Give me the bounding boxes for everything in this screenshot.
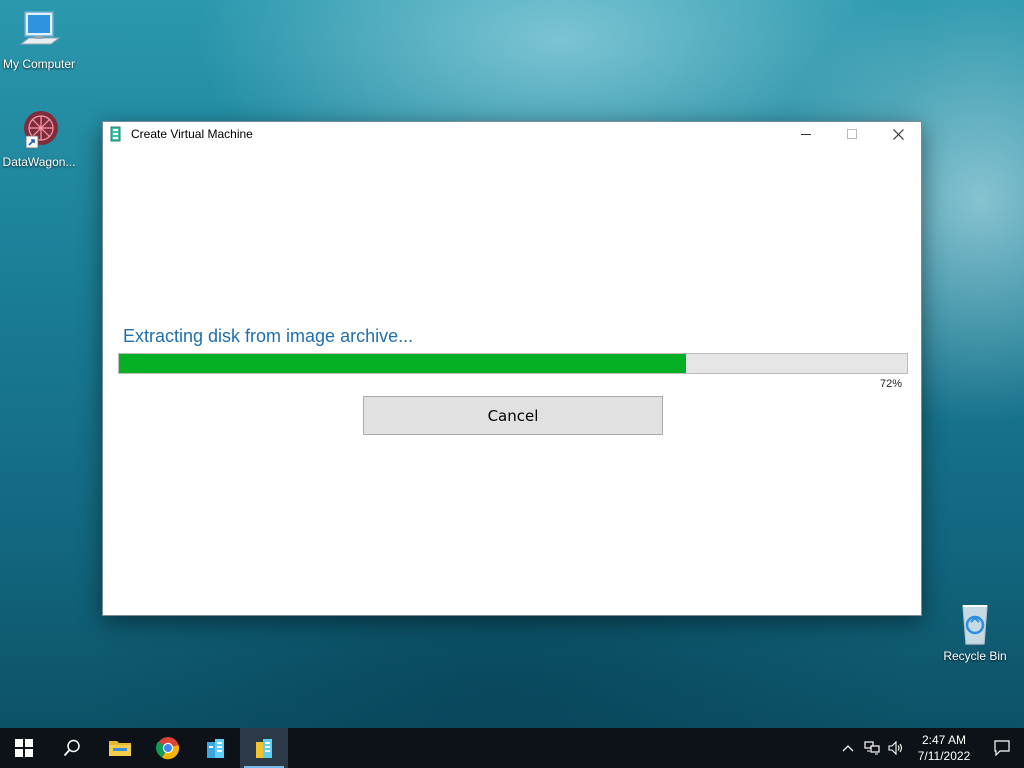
clock-time: 2:47 AM: [921, 733, 967, 747]
desktop-icon-recycle-bin[interactable]: Recycle Bin: [936, 602, 1014, 663]
maximize-button[interactable]: [829, 122, 875, 146]
taskbar-chrome[interactable]: [144, 728, 192, 768]
search-icon: [63, 739, 80, 757]
create-vm-window: Create Virtual Machine Extracting disk f…: [102, 121, 922, 616]
window-titlebar[interactable]: Create Virtual Machine: [103, 122, 921, 146]
virtual-machine-app-icon: [256, 739, 272, 758]
virtual-machine-app-icon: [109, 126, 123, 142]
start-button[interactable]: [0, 728, 48, 768]
network-icon: [864, 741, 880, 755]
recycle-bin-icon: [951, 602, 999, 646]
desktop-icon-my-computer[interactable]: My Computer: [0, 10, 78, 71]
window-title: Create Virtual Machine: [131, 127, 253, 141]
maximize-icon: [847, 129, 857, 139]
progress-bar-fill: [119, 354, 687, 373]
file-explorer-icon: [109, 741, 131, 756]
progress-bar: [118, 353, 908, 374]
desktop-icon-label: Recycle Bin: [943, 649, 1007, 663]
taskbar-create-vm[interactable]: [240, 728, 288, 768]
tray-overflow-button[interactable]: [836, 728, 860, 768]
search-button[interactable]: [48, 728, 96, 768]
computer-icon: [15, 10, 63, 54]
server-manager-icon: [207, 739, 224, 758]
taskbar: 2:47 AM 7/11/2022: [0, 728, 1024, 768]
close-icon: [892, 128, 904, 140]
action-center-button[interactable]: [980, 728, 1024, 768]
network-button[interactable]: [860, 728, 884, 768]
desktop-icon-label: DataWagon...: [2, 155, 76, 169]
desktop-icon-label: My Computer: [2, 57, 76, 71]
taskbar-file-explorer[interactable]: [96, 728, 144, 768]
close-button[interactable]: [875, 122, 921, 146]
volume-icon: [888, 741, 903, 755]
system-tray: 2:47 AM 7/11/2022: [836, 728, 1024, 768]
datawagon-shortcut-icon: [15, 108, 63, 152]
clock-date: 7/11/2022: [917, 749, 971, 763]
cancel-button[interactable]: Cancel: [363, 396, 663, 435]
taskbar-clock[interactable]: 2:47 AM 7/11/2022: [908, 732, 980, 764]
status-text: Extracting disk from image archive...: [123, 326, 414, 346]
desktop-icon-datawagon[interactable]: DataWagon...: [0, 108, 78, 169]
start-windows-icon: [15, 739, 33, 757]
volume-button[interactable]: [884, 728, 908, 768]
progress-percent: 72%: [879, 378, 902, 390]
chevron-up-icon: [842, 745, 854, 752]
minimize-button[interactable]: [783, 122, 829, 146]
taskbar-server-manager[interactable]: [192, 728, 240, 768]
notification-icon: [994, 740, 1010, 756]
chrome-icon: [156, 737, 180, 760]
minimize-icon: [801, 134, 811, 135]
